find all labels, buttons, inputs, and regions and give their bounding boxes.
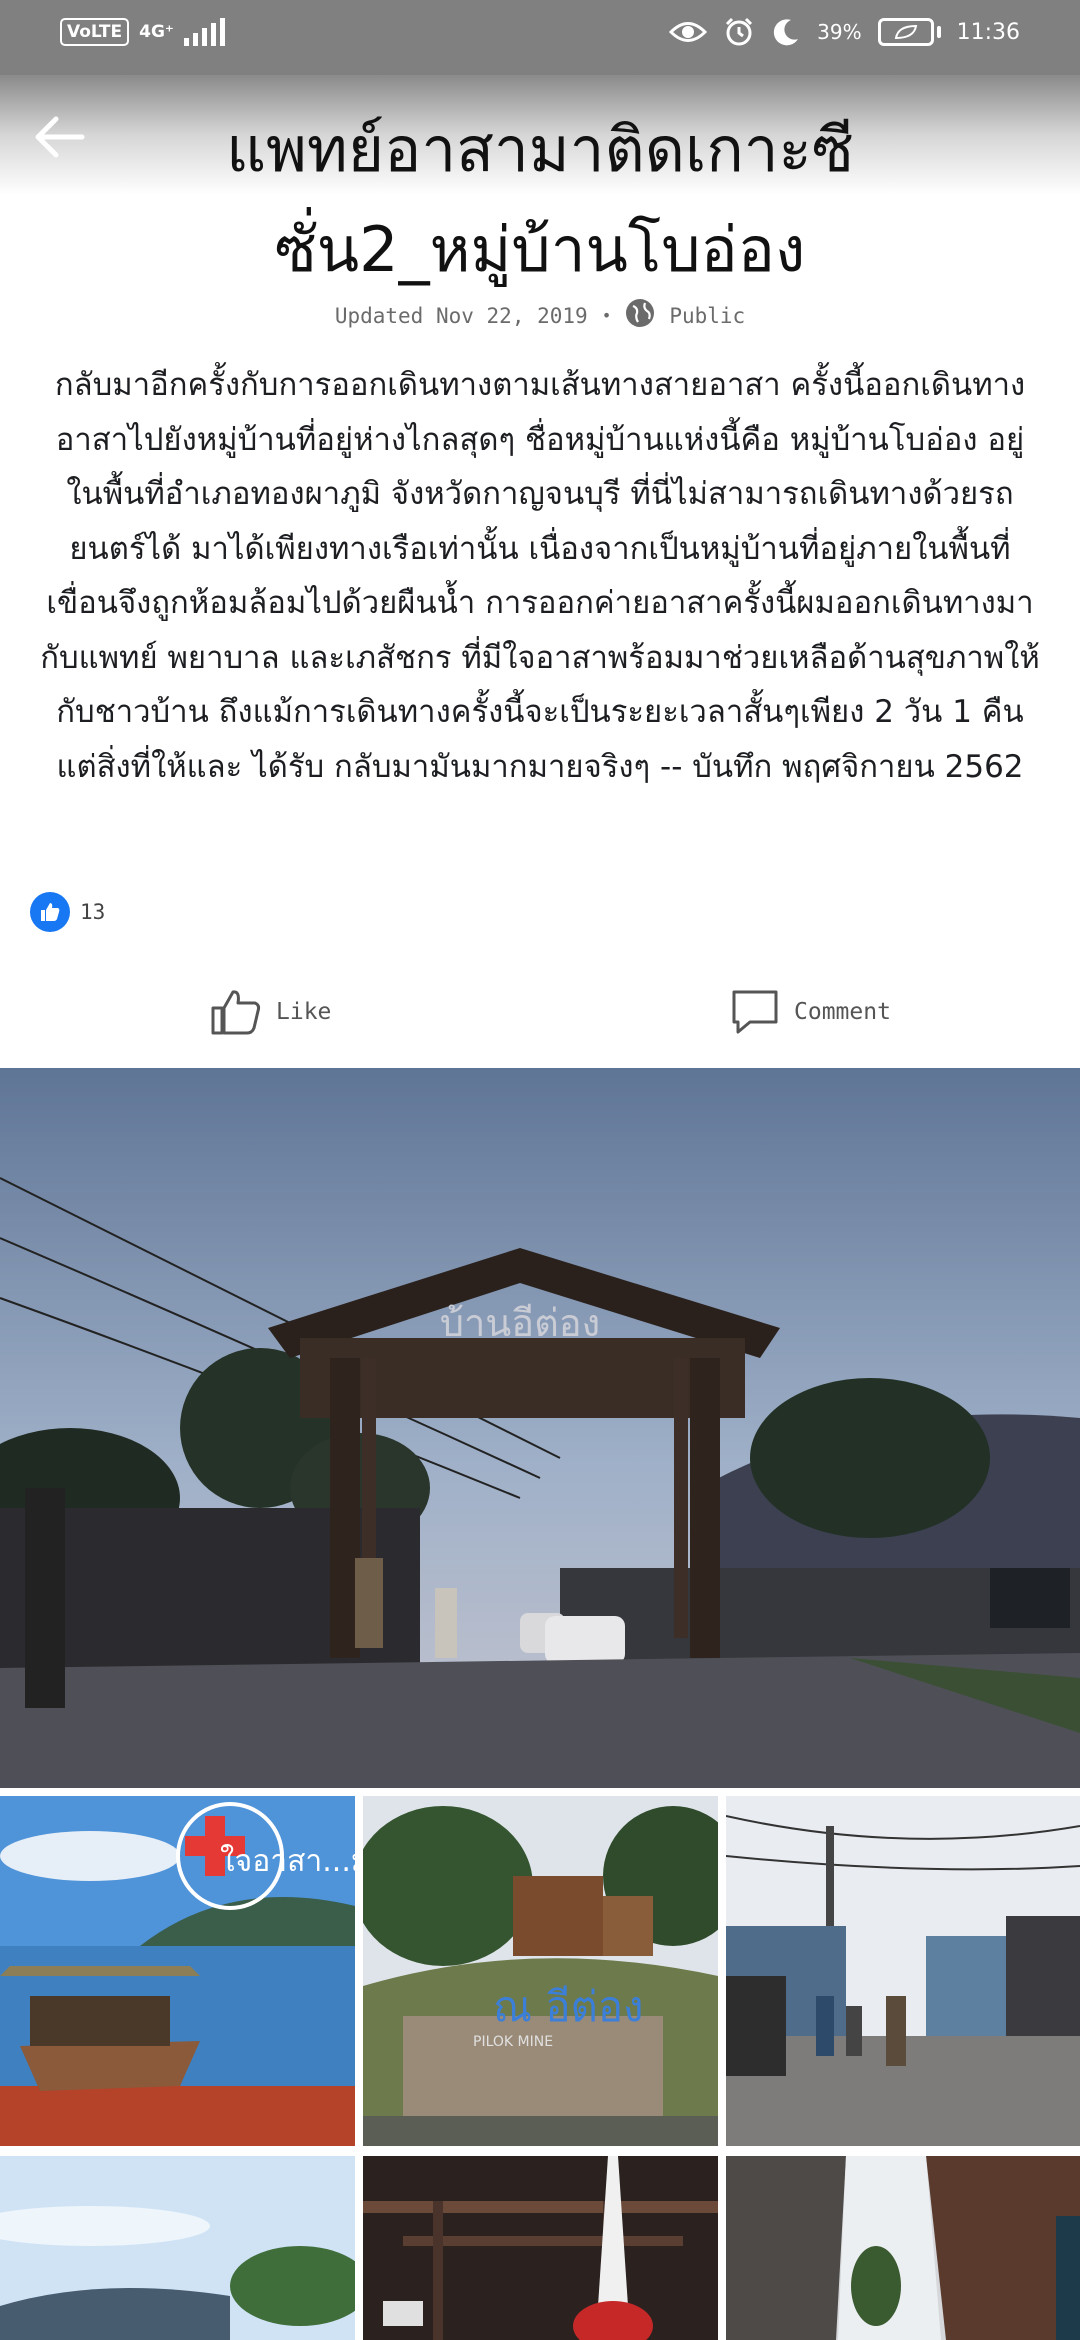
alarm-icon	[723, 16, 755, 48]
thumbs-up-icon	[211, 990, 261, 1035]
eye-comfort-icon	[669, 19, 708, 45]
comment-icon	[732, 990, 778, 1034]
garden-sign-image: ณ อีต่อง PILOK MINE	[363, 1796, 718, 2146]
photo-thumb-4[interactable]	[0, 2156, 355, 2340]
thumb1-overlay-text: ใจอาสา...มาก	[220, 1844, 355, 1879]
post-body: กลับมาอีกครั้งกับการออกเดินทางตามเส้นทาง…	[40, 367, 1040, 785]
comment-label: Comment	[794, 999, 891, 1025]
signal-icon	[183, 18, 225, 46]
post-title: แพทย์อาสามาติดเกาะซีซั่น2_หมู่บ้านโบอ่อง	[226, 113, 854, 286]
arrow-left-icon	[35, 116, 85, 158]
like-button[interactable]: Like	[210, 988, 331, 1036]
village-gate-image: บ้านอีต่อง	[0, 1068, 1080, 1788]
action-bar: Like Comment	[0, 980, 1080, 1060]
sky-lake-image	[0, 2156, 355, 2340]
volte-indicator: VoLTE	[60, 18, 130, 46]
privacy-label: Public	[669, 303, 746, 328]
clock: 11:36	[956, 19, 1020, 45]
reaction-summary[interactable]: 13	[30, 892, 105, 932]
like-label: Like	[276, 999, 332, 1025]
battery-icon	[877, 18, 941, 46]
network-type: 4G⁺	[139, 22, 174, 42]
status-bar: VoLTE 4G⁺ 39% 11:36	[0, 0, 1080, 75]
gate-sign-text: บ้านอีต่อง	[440, 1301, 600, 1345]
status-bar-left: VoLTE 4G⁺	[60, 18, 225, 46]
meta-separator: •	[601, 306, 612, 325]
photo-thumb-5[interactable]	[363, 2156, 718, 2340]
like-reaction-icon	[30, 892, 70, 932]
photo-thumb-1[interactable]: ใจอาสา...มาก	[0, 1796, 355, 2146]
wooden-frame-image	[363, 2156, 718, 2340]
photo-thumb-6[interactable]	[726, 2156, 1080, 2340]
globe-icon	[625, 298, 655, 333]
photo-thumb-2[interactable]: ณ อีต่อง PILOK MINE	[363, 1796, 718, 2146]
boat-lake-image: ใจอาสา...มาก	[0, 1796, 355, 2146]
moon-icon	[771, 17, 801, 47]
reaction-count: 13	[80, 900, 106, 924]
status-bar-right: 39% 11:36	[669, 16, 1020, 48]
post-meta: Updated Nov 22, 2019 • Public	[0, 298, 1080, 333]
battery-percentage: 39%	[817, 20, 862, 44]
photo-main[interactable]: บ้านอีต่อง	[0, 1068, 1080, 1788]
photo-thumb-3[interactable]	[726, 1796, 1080, 2146]
back-button[interactable]	[28, 105, 92, 169]
comment-button[interactable]: Comment	[730, 988, 891, 1036]
updated-date: Updated Nov 22, 2019	[334, 303, 588, 328]
thumb2-sign-text: ณ อีต่อง	[493, 1982, 644, 2031]
village-street-image	[726, 1796, 1080, 2146]
thumb2-sign-subtext: PILOK MINE	[473, 2034, 553, 2050]
alley-image	[726, 2156, 1080, 2340]
